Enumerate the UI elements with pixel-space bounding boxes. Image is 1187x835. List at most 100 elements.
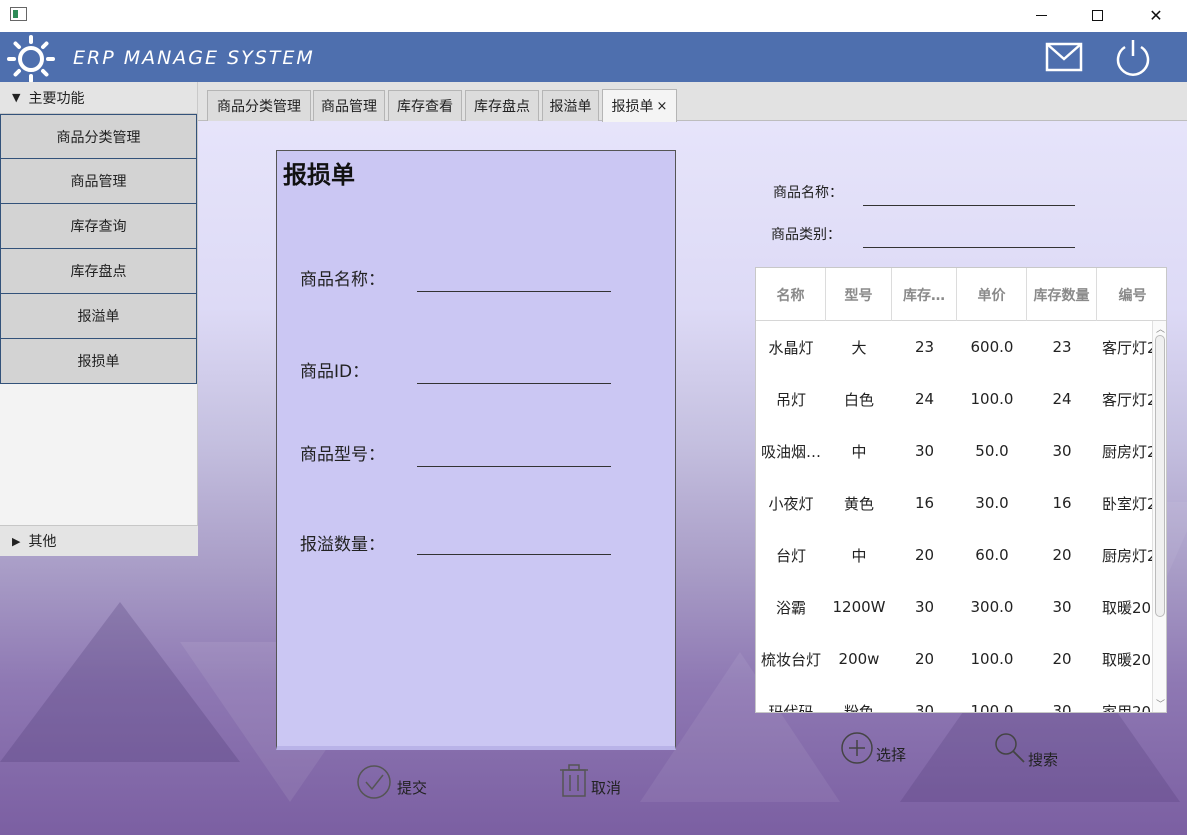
cancel-button[interactable]: 取消 [558, 764, 621, 798]
goods-id-input[interactable] [417, 362, 611, 384]
table-cell: 50.0 [975, 442, 1009, 460]
search-button[interactable]: 搜索 [994, 732, 1058, 769]
triangle-down-icon: ▼ [12, 91, 21, 104]
quantity-label: 报溢数量： [300, 535, 385, 555]
sidebar-item-stock-query[interactable]: 库存查询 [0, 204, 197, 249]
table-row[interactable]: 台灯 中 20 60.0 20 厨房灯2 [756, 529, 1152, 581]
table-cell: 台灯 [775, 546, 806, 565]
sidebar-item-loss[interactable]: 报损单 [0, 339, 197, 384]
tab-label: 库存查看 [397, 99, 453, 115]
sidebar-item-goods[interactable]: 商品管理 [0, 159, 197, 204]
table-cell: 粉色 [843, 702, 874, 713]
sidebar-item-label: 商品分类管理 [56, 129, 141, 146]
table-cell: 30.0 [975, 494, 1009, 512]
sidebar-item-label: 库存查询 [70, 219, 127, 235]
table-row[interactable]: 梳妆台灯 200w 20 100.0 20 取暖201 [756, 633, 1152, 685]
column-header[interactable]: 库存数量 [1027, 268, 1097, 321]
scroll-down-icon[interactable]: ﹀ [1156, 697, 1165, 710]
table-cell: 16 [1052, 494, 1072, 512]
table-cell: 卧室灯2 [1102, 494, 1152, 513]
tab-loss[interactable]: 报损单 × [602, 89, 677, 122]
tab-stock-check[interactable]: 库存盘点 [465, 90, 539, 121]
goods-name-label: 商品名称： [300, 270, 385, 290]
table-cell: 30 [1052, 442, 1072, 460]
mail-icon[interactable] [1045, 40, 1083, 74]
goods-id-label: 商品ID： [300, 362, 370, 382]
tab-close-icon[interactable]: × [657, 99, 668, 114]
quantity-input[interactable] [417, 533, 611, 555]
maximize-icon [1091, 9, 1103, 21]
window-titlebar: ✕ [0, 0, 1187, 32]
table-scrollbar[interactable]: ︿ ﹀ [1152, 321, 1166, 712]
search-name-label: 商品名称： [773, 185, 843, 201]
column-header[interactable]: 库存… [892, 268, 957, 321]
table-cell: 20 [914, 546, 935, 564]
search-icon [995, 733, 1025, 763]
table-cell: 吸油烟… [760, 442, 821, 461]
scroll-up-icon[interactable]: ︿ [1156, 322, 1165, 335]
sidebar-item-label: 报损单 [77, 354, 120, 370]
table-cell: 1200W [832, 598, 886, 616]
select-label: 选择 [876, 746, 907, 764]
power-icon[interactable] [1113, 37, 1153, 77]
sidebar-item-category[interactable]: 商品分类管理 [0, 114, 197, 159]
table-cell: 600.0 [970, 338, 1014, 356]
table-cell: 浴霸 [775, 598, 806, 617]
table-cell: 20 [1052, 546, 1072, 564]
app-title: ERP MANAGE SYSTEM [73, 47, 315, 69]
close-button[interactable]: ✕ [1133, 0, 1179, 30]
search-name-input[interactable] [863, 184, 1075, 206]
tab-bar: 商品分类管理 商品管理 库存查看 库存盘点 报溢单 报损单 × [198, 82, 1187, 122]
table-cell: 吊灯 [775, 390, 806, 409]
tab-label: 报溢单 [549, 99, 592, 115]
search-category-input[interactable] [863, 226, 1075, 248]
maximize-button[interactable] [1074, 0, 1120, 30]
sidebar-item-overflow[interactable]: 报溢单 [0, 294, 197, 339]
column-header[interactable]: 型号 [826, 268, 892, 321]
goods-name-input[interactable] [417, 270, 611, 292]
goods-model-input[interactable] [417, 445, 611, 467]
table-body: 水晶灯 大 23 600.0 23 客厅灯2 吊灯 白色 24 100.0 24 客厅灯2 吸油烟… 中 3… [756, 321, 1152, 713]
sidebar-item-label: 库存盘点 [70, 264, 127, 280]
table-cell: 梳妆台灯 [760, 650, 821, 669]
column-header[interactable]: 单价 [957, 268, 1027, 321]
table-cell: 24 [1052, 390, 1072, 408]
table-row[interactable]: 吸油烟… 中 30 50.0 30 厨房灯2 [756, 425, 1152, 477]
table-cell: 24 [914, 390, 935, 408]
tab-overflow[interactable]: 报溢单 [542, 90, 599, 121]
table-cell: 30 [1052, 702, 1072, 713]
column-header[interactable]: 编号 [1097, 268, 1166, 321]
minimize-button[interactable] [1018, 0, 1064, 30]
column-header[interactable]: 名称 [756, 268, 826, 321]
tab-label: 库存盘点 [474, 99, 530, 115]
scroll-thumb[interactable] [1155, 335, 1165, 617]
table-header: 名称 型号 库存… 单价 库存数量 编号 [756, 268, 1166, 321]
app-icon [10, 7, 27, 21]
other-header[interactable]: ▶ 其他 [0, 525, 198, 556]
sidebar-item-stock-check[interactable]: 库存盘点 [0, 249, 197, 294]
sidebar-item-label: 商品管理 [70, 174, 127, 190]
table-row[interactable]: 小夜灯 黄色 16 30.0 16 卧室灯2 [756, 477, 1152, 529]
table-cell: 取暖201 [1102, 598, 1152, 617]
tab-stock-view[interactable]: 库存查看 [388, 90, 462, 121]
close-icon: ✕ [1149, 5, 1163, 25]
table-row[interactable]: 水晶灯 大 23 600.0 23 客厅灯2 [756, 321, 1152, 373]
table-cell: 大 [851, 338, 867, 357]
table-cell: 60.0 [975, 546, 1009, 564]
table-cell: 300.0 [970, 598, 1014, 616]
table-row[interactable]: 吊灯 白色 24 100.0 24 客厅灯2 [756, 373, 1152, 425]
select-button[interactable]: 选择 [840, 731, 906, 765]
table-cell: 20 [1052, 650, 1072, 668]
table-cell: 客厅灯2 [1102, 338, 1152, 357]
tab-label: 商品分类管理 [217, 99, 301, 115]
table-row[interactable]: 浴霸 1200W 30 300.0 30 取暖201 [756, 581, 1152, 633]
add-circle-icon [841, 732, 873, 764]
tab-category[interactable]: 商品分类管理 [207, 90, 311, 121]
main-functions-header[interactable]: ▼ 主要功能 [0, 82, 197, 114]
sidebar: ▼ 主要功能 商品分类管理 商品管理 库存查询 库存盘点 报溢单 报损单 ▶ 其… [0, 82, 198, 556]
tab-goods[interactable]: 商品管理 [313, 90, 385, 121]
search-category-label: 商品类别： [771, 227, 841, 243]
submit-button[interactable]: 提交 [356, 764, 427, 800]
table-row[interactable]: 玛代码 粉色 30 100.0 30 家用201 [756, 685, 1152, 713]
table-cell: 客厅灯2 [1102, 390, 1152, 409]
